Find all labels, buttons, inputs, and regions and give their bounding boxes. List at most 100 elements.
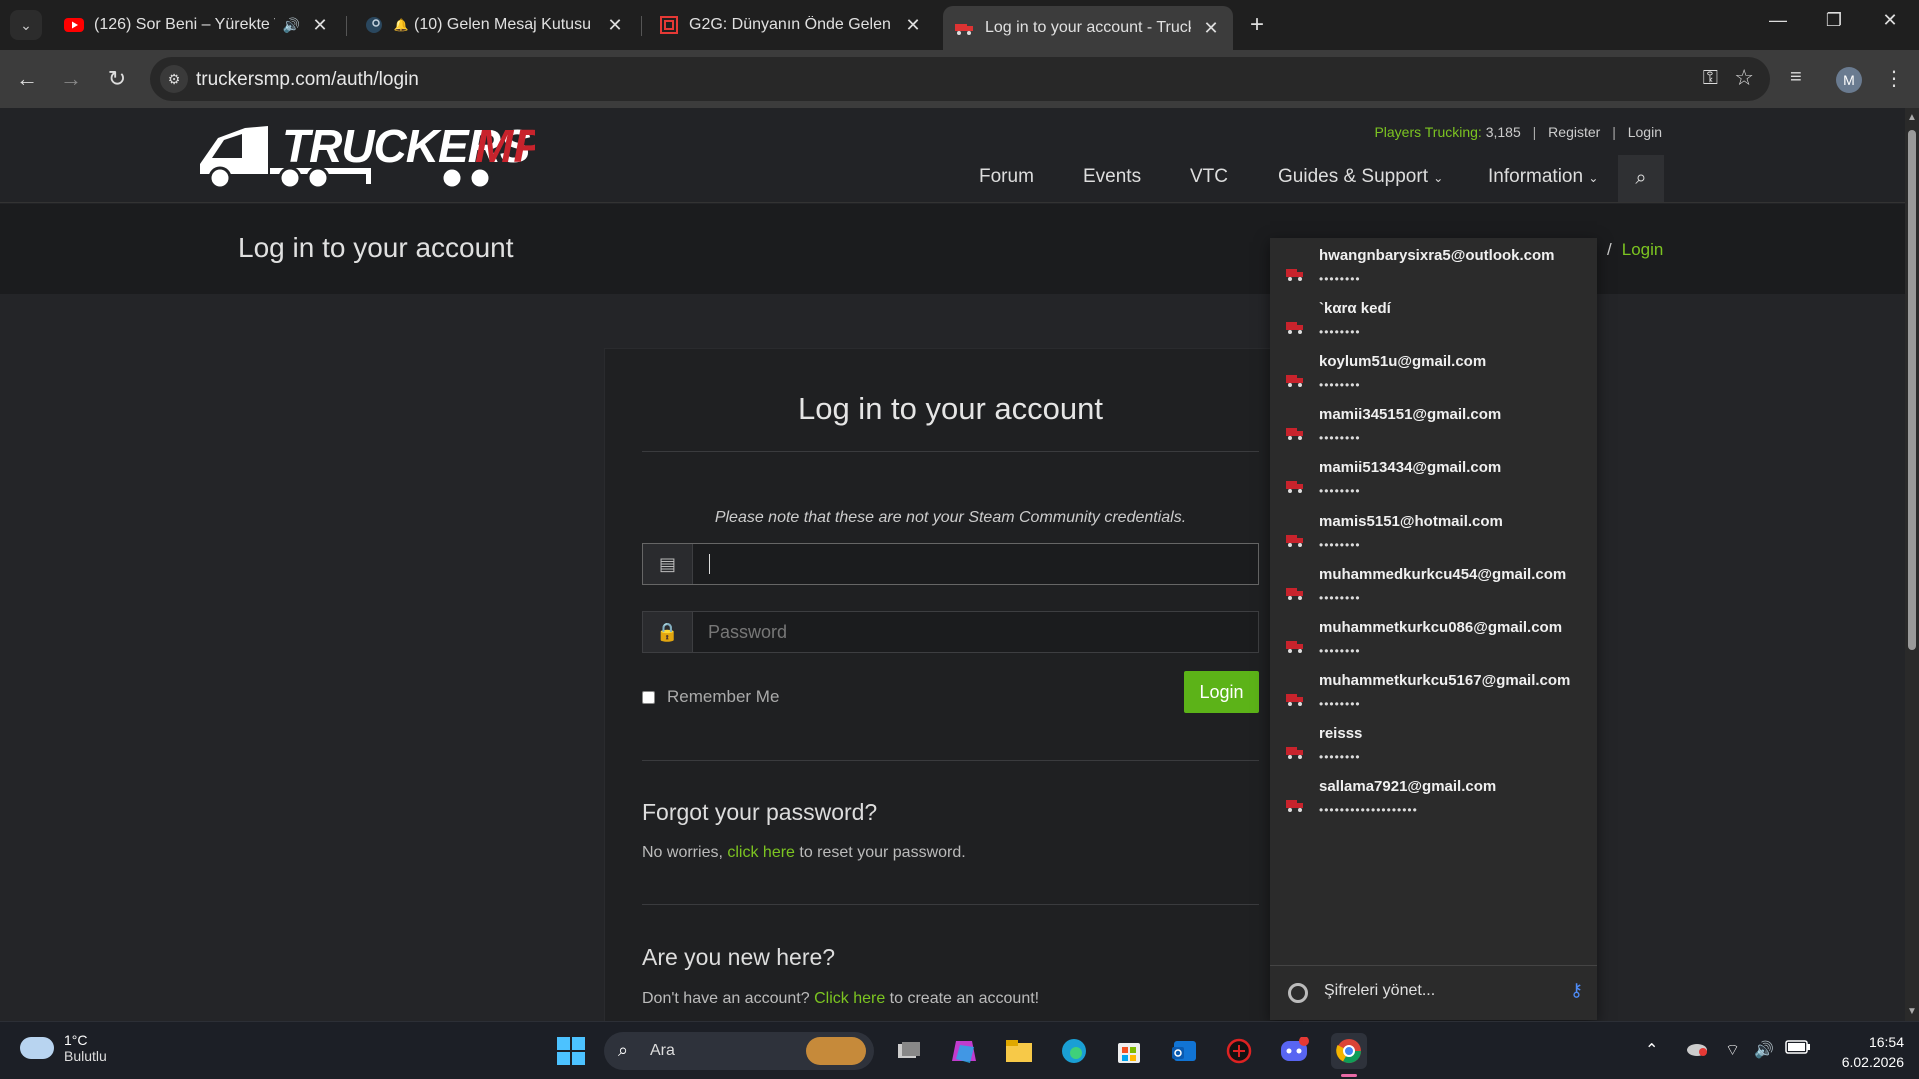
- truckersmp-logo[interactable]: TRUCKERS MP: [190, 116, 535, 196]
- nav-events[interactable]: Events: [1083, 166, 1141, 188]
- manage-passwords-item[interactable]: Şifreleri yönet... ⚷: [1270, 966, 1597, 1020]
- password-autofill-dropdown: hwangnbarysixra5@outlook.com •••••••• `kαr…: [1270, 238, 1597, 1020]
- truck-icon: [1286, 588, 1303, 600]
- site-search-button[interactable]: ⌕: [1618, 155, 1664, 202]
- restore-icon[interactable]: ❐: [1814, 10, 1854, 31]
- tab-separator: [346, 16, 347, 36]
- login-link[interactable]: Login: [1628, 124, 1662, 140]
- minimize-icon[interactable]: —: [1758, 10, 1798, 31]
- register-link[interactable]: Register: [1548, 124, 1600, 140]
- saved-account-username: mamis5151@hotmail.com: [1319, 513, 1503, 530]
- tab-youtube[interactable]: (126) Sor Beni – Yürekte Taş 🔊 ✕: [52, 6, 342, 44]
- truck-icon: [1286, 694, 1303, 706]
- browser-tab-strip: ⌄ (126) Sor Beni – Yürekte Taş 🔊 ✕ 🔔 (10…: [0, 0, 1919, 50]
- menu-dots-icon[interactable]: ⋮: [1884, 66, 1904, 91]
- divider: [642, 451, 1259, 452]
- outlook-icon[interactable]: [1166, 1033, 1202, 1069]
- saved-account-password: ••••••••: [1319, 538, 1361, 552]
- tab-truckersmp[interactable]: Log in to your account - Trucke ✕: [943, 6, 1233, 50]
- speaker-icon[interactable]: 🔊: [283, 17, 300, 34]
- reset-password-link[interactable]: click here: [727, 844, 795, 861]
- back-arrow-icon[interactable]: ←: [12, 64, 42, 94]
- system-clock[interactable]: 16:54 6.02.2026: [1816, 1032, 1904, 1072]
- edge-icon[interactable]: [1056, 1033, 1092, 1069]
- nav-information[interactable]: Information ⌄: [1488, 166, 1598, 188]
- media-controls-icon[interactable]: ≡: [1790, 66, 1802, 89]
- site-info-icon[interactable]: ⚙: [160, 65, 188, 93]
- username-group: ▤: [642, 543, 1259, 585]
- saved-account-password: ••••••••: [1319, 325, 1361, 339]
- forward-arrow-icon[interactable]: →: [56, 64, 86, 94]
- login-button[interactable]: Login: [1184, 671, 1259, 713]
- star-icon[interactable]: ☆: [1734, 65, 1754, 91]
- remember-me-checkbox[interactable]: [642, 690, 655, 704]
- task-view-icon[interactable]: [891, 1033, 927, 1069]
- chevron-up-icon[interactable]: ⌃: [1645, 1040, 1658, 1060]
- truck-icon: [955, 18, 975, 38]
- tab-inbox[interactable]: 🔔 (10) Gelen Mesaj Kutusu ve ✕: [352, 6, 637, 44]
- saved-account-username: hwangnbarysixra5@outlook.com: [1319, 247, 1555, 264]
- saved-account-username: koylum51u@gmail.com: [1319, 353, 1487, 370]
- scroll-down-icon[interactable]: ▼: [1907, 1006, 1917, 1017]
- saved-account-username: muhammetkurkcu086@gmail.com: [1319, 619, 1563, 636]
- onedrive-icon[interactable]: [1686, 1040, 1708, 1061]
- password-input[interactable]: [694, 612, 1258, 652]
- truck-icon: [1286, 428, 1303, 440]
- file-explorer-icon[interactable]: [1001, 1033, 1037, 1069]
- nav-vtc[interactable]: VTC: [1190, 166, 1228, 188]
- tab-g2g[interactable]: G2G: Dünyanın Önde Gelen Dij ✕: [647, 6, 935, 44]
- saved-account-password: ••••••••: [1319, 378, 1361, 392]
- close-icon[interactable]: ✕: [1201, 18, 1221, 39]
- saved-account-password: ••••••••: [1319, 484, 1361, 498]
- forgot-text: No worries,: [642, 844, 723, 861]
- volume-icon[interactable]: 🔊: [1754, 1040, 1774, 1060]
- profile-avatar[interactable]: M: [1836, 67, 1862, 93]
- cloud-icon: [20, 1037, 54, 1059]
- microsoft-365-icon[interactable]: [946, 1033, 982, 1069]
- bell-icon: 🔔: [393, 18, 409, 32]
- search-icon: ⌕: [1635, 167, 1647, 189]
- address-bar[interactable]: ⚙ truckersmp.com/auth/login ⚿ ☆: [150, 57, 1770, 101]
- close-icon[interactable]: ✕: [903, 15, 923, 36]
- steam-credentials-note: Please note that these are not your Stea…: [714, 509, 1187, 526]
- close-icon[interactable]: ✕: [605, 15, 625, 36]
- remember-me[interactable]: Remember Me: [642, 687, 779, 707]
- breadcrumb-separator: /: [1607, 240, 1612, 259]
- nav-guides-support[interactable]: Guides & Support ⌄: [1278, 166, 1443, 188]
- new-here-heading: Are you new here?: [642, 944, 836, 970]
- discord-icon[interactable]: [1276, 1033, 1312, 1069]
- saved-account-username: sallama7921@gmail.com: [1319, 778, 1497, 795]
- microsoft-store-icon[interactable]: [1111, 1033, 1147, 1069]
- scrollbar-thumb[interactable]: [1908, 130, 1916, 650]
- reload-icon[interactable]: ↻: [102, 64, 132, 94]
- search-highlight-image: [806, 1037, 866, 1065]
- close-window-icon[interactable]: ✕: [1870, 10, 1910, 31]
- tab-search-button[interactable]: ⌄: [10, 10, 42, 40]
- players-trucking-label: Players Trucking:: [1374, 124, 1482, 140]
- url-text[interactable]: truckersmp.com/auth/login: [196, 69, 419, 91]
- truck-icon: [1286, 375, 1303, 387]
- page-scrollbar[interactable]: ▲ ▼: [1905, 108, 1919, 1021]
- truck-icon: [1286, 535, 1303, 547]
- remember-me-label: Remember Me: [667, 687, 780, 706]
- game-app-icon[interactable]: [1221, 1033, 1257, 1069]
- windows-start-icon[interactable]: [553, 1033, 589, 1069]
- new-text: Don't have an account?: [642, 990, 810, 1007]
- battery-icon[interactable]: [1785, 1040, 1811, 1059]
- wifi-icon[interactable]: ⌔: [1725, 1040, 1740, 1060]
- chrome-icon[interactable]: [1331, 1033, 1367, 1069]
- weather-widget[interactable]: 1°C Bulutlu: [20, 1032, 107, 1064]
- saved-account-password: ••••••••: [1319, 644, 1361, 658]
- new-tab-button[interactable]: +: [1243, 12, 1271, 40]
- username-input[interactable]: [694, 544, 1258, 584]
- create-account-link[interactable]: Click here: [814, 990, 885, 1007]
- taskbar-search[interactable]: ⌕ Ara: [604, 1032, 874, 1070]
- close-icon[interactable]: ✕: [310, 15, 330, 36]
- scroll-up-icon[interactable]: ▲: [1907, 112, 1917, 123]
- g2g-icon: [659, 15, 679, 35]
- nav-forum[interactable]: Forum: [979, 166, 1034, 188]
- divider: [642, 760, 1259, 761]
- saved-account-item[interactable]: sallama7921@gmail.com •••••••••••••••••••: [1270, 769, 1597, 834]
- key-icon[interactable]: ⚿: [1703, 67, 1718, 90]
- truck-icon: [1286, 322, 1303, 334]
